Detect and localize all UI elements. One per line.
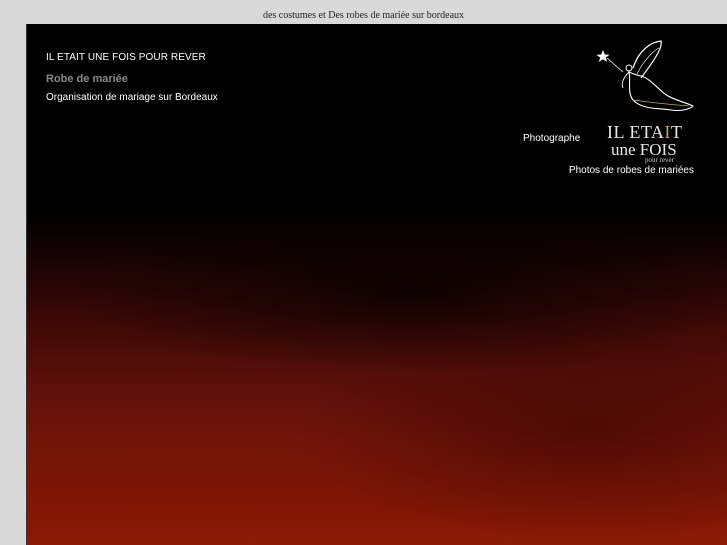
photos-robes-link[interactable]: Photos de robes de mariées <box>569 165 694 176</box>
photographe-link[interactable]: Photographe <box>523 133 580 144</box>
fairy-icon <box>596 40 694 112</box>
main-frame: IL ETAIT UNE FOIS POUR REVER Robe de mar… <box>26 24 727 545</box>
site-name: IL ETAIT UNE FOIS POUR REVER <box>46 52 206 63</box>
organisation-link[interactable]: Organisation de mariage sur Bordeaux <box>46 92 218 103</box>
top-tagline: des costumes et Des robes de mariée sur … <box>262 10 465 21</box>
logo-text-line3: pour rever <box>645 156 674 164</box>
page-subtitle: Robe de mariée <box>46 73 128 85</box>
site-logo[interactable]: IL ETAIT une FOIS pour rever <box>593 38 705 166</box>
